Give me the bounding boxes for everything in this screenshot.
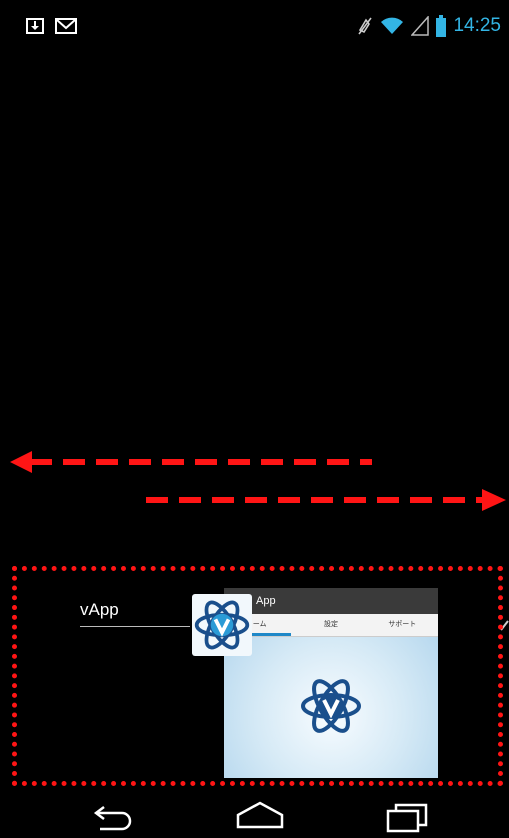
wifi-icon	[381, 17, 404, 34]
swipe-left-arrow	[10, 451, 372, 473]
status-bar: 14:25	[0, 0, 509, 42]
download-notification-icon	[26, 18, 44, 34]
swipe-right-arrow	[146, 489, 506, 511]
battery-icon	[436, 15, 447, 37]
phone-screen: 14:25 vApp App ーム 設定 サポート	[0, 0, 509, 838]
status-icons: 14:25	[357, 14, 501, 38]
status-clock: 14:25	[453, 15, 501, 36]
gmail-icon	[55, 18, 77, 34]
cell-signal-icon	[411, 16, 430, 36]
back-icon[interactable]	[88, 795, 140, 838]
recent-apps-highlight-frame	[12, 566, 503, 786]
home-icon[interactable]	[232, 795, 288, 838]
navigation-bar	[0, 795, 509, 838]
recent-apps-icon[interactable]	[384, 795, 432, 838]
mute-icon	[358, 17, 373, 35]
